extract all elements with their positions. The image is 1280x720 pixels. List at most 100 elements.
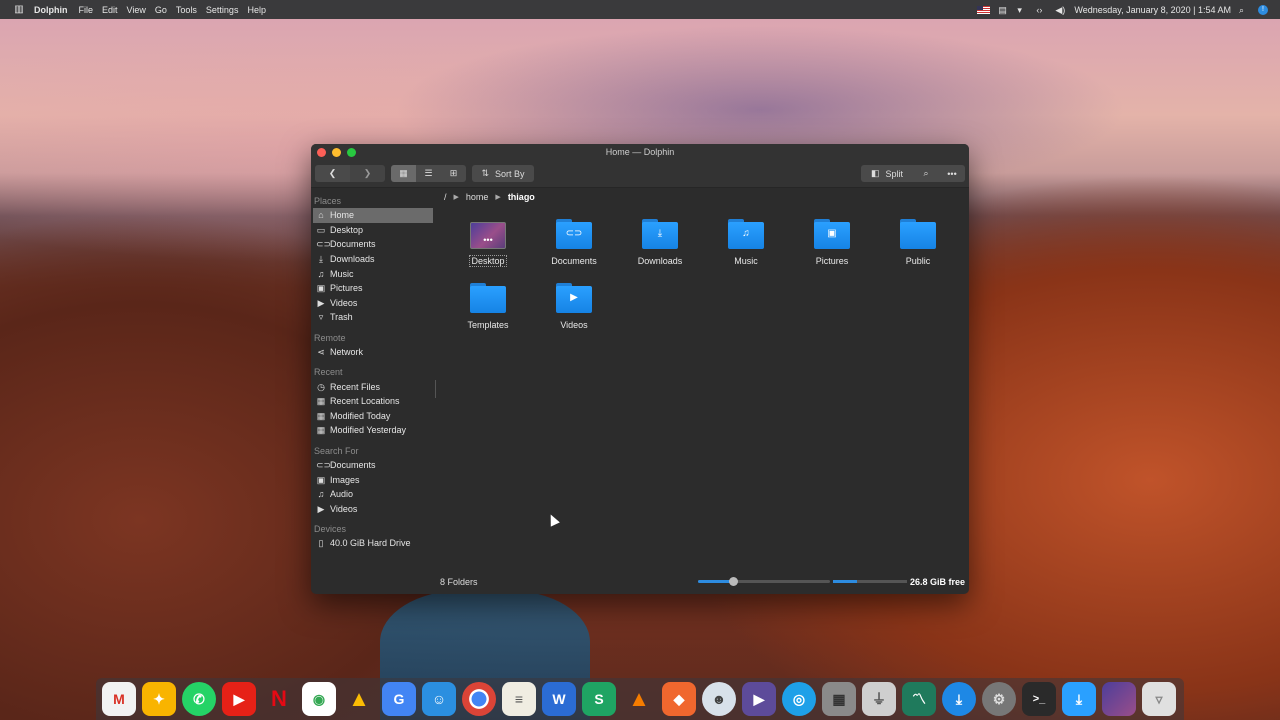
sheets-icon[interactable]: S — [582, 682, 616, 716]
volume-icon[interactable]: ◀) — [1055, 5, 1066, 15]
navigation-buttons: ❮ ❯ — [315, 165, 385, 182]
clock[interactable]: Wednesday, January 8, 2020 | 1:54 AM — [1074, 5, 1231, 15]
sidebar-item-downloads[interactable]: ⤓ Downloads — [311, 252, 435, 267]
sidebar-item-home[interactable]: ⌂ Home — [313, 208, 433, 223]
sidebar-item-videos[interactable]: ▶ Videos — [311, 296, 435, 311]
calculator-icon[interactable]: ▦ — [822, 682, 856, 716]
wifi-icon[interactable]: ▾ — [1017, 5, 1028, 15]
sidebar-item-hard-drive[interactable]: ▯ 40.0 GiB Hard Drive — [311, 536, 435, 551]
folder-item-documents[interactable]: ⊂⊃ Documents — [534, 218, 614, 266]
zoom-slider[interactable] — [698, 577, 830, 586]
maps-icon[interactable]: ◉ — [302, 682, 336, 716]
word-icon[interactable]: W — [542, 682, 576, 716]
minimize-window-button[interactable] — [332, 148, 341, 157]
folder-item-templates[interactable]: Templates — [448, 282, 528, 330]
chrome-icon[interactable] — [462, 682, 496, 716]
breadcrumb-home[interactable]: home — [466, 192, 489, 202]
calendar-icon: ▦ — [316, 410, 326, 421]
vlc-icon[interactable]: ▲ — [622, 682, 656, 716]
maximize-window-button[interactable] — [347, 148, 356, 157]
sidebar-item-documents[interactable]: ⊂⊃ Documents — [311, 237, 435, 252]
sidebar-item-search-videos[interactable]: ▶ Videos — [311, 502, 435, 517]
sidebar-item-pictures[interactable]: ▣ Pictures — [311, 281, 435, 296]
sidebar-item-search-audio[interactable]: ♫ Audio — [311, 487, 435, 502]
whatsapp-icon[interactable]: ✆ — [182, 682, 216, 716]
system-monitor-icon[interactable]: 〽 — [902, 682, 936, 716]
close-window-button[interactable] — [317, 148, 326, 157]
browser-icon[interactable]: ◎ — [782, 682, 816, 716]
folder-item-music[interactable]: ♫ Music — [706, 218, 786, 266]
window-titlebar[interactable]: Home — Dolphin — [311, 144, 969, 160]
terminal-icon[interactable]: >_ — [1022, 682, 1056, 716]
sidebar-item-search-images[interactable]: ▣ Images — [311, 472, 435, 487]
folder-label: Public — [905, 256, 931, 266]
status-bar: 8 Folders 26.8 GiB free — [436, 572, 969, 592]
disk-usage-fill — [833, 580, 858, 583]
settings-gear-icon[interactable]: ⚙ — [982, 682, 1016, 716]
downloader-icon[interactable]: ⤓ — [942, 682, 976, 716]
ghost-icon[interactable]: ☻ — [702, 682, 736, 716]
details-view-button[interactable]: ☰ — [416, 165, 441, 182]
menu-go[interactable]: Go — [155, 5, 167, 15]
zoom-slider-handle[interactable] — [729, 577, 739, 586]
sidebar-item-trash[interactable]: ▿ Trash — [311, 310, 435, 325]
flag-icon[interactable] — [977, 5, 991, 14]
folder-item-pictures[interactable]: ▣ Pictures — [792, 218, 872, 266]
sidebar-item-modified-yesterday[interactable]: ▦ Modified Yesterday — [311, 423, 435, 438]
active-app-name[interactable]: Dolphin — [34, 5, 68, 15]
breadcrumb-root[interactable]: / — [444, 192, 447, 202]
keep-icon[interactable]: ✦ — [142, 682, 176, 716]
sidebar-item-modified-today[interactable]: ▦ Modified Today — [311, 409, 435, 424]
tree-view-button[interactable]: ⊞ — [441, 165, 466, 182]
app-menu-icon[interactable]: ▥ — [12, 4, 26, 15]
menu-view[interactable]: View — [127, 5, 146, 15]
desktop-icon: ▭ — [316, 224, 326, 235]
more-options-button[interactable]: ••• — [939, 165, 965, 182]
sidebar-item-network[interactable]: ⋖ Network — [311, 345, 435, 360]
breadcrumb-current[interactable]: thiago — [508, 192, 535, 202]
recent-section-title: Recent — [314, 367, 343, 378]
gmail-icon[interactable]: M — [102, 682, 136, 716]
folder-item-downloads[interactable]: ⤓ Downloads — [620, 218, 700, 266]
kdenlive-icon[interactable]: ▶ — [742, 682, 776, 716]
icons-view-button[interactable]: ▦ — [391, 165, 416, 182]
folder-item-videos[interactable]: ▶ Videos — [534, 282, 614, 330]
translate-icon[interactable]: G — [382, 682, 416, 716]
netflix-icon[interactable]: N — [262, 682, 296, 716]
folder-item-desktop[interactable]: ••• Desktop — [448, 218, 528, 267]
usb-drive-icon[interactable]: ⏚ — [862, 682, 896, 716]
sidebar-item-recent-locations[interactable]: ▦ Recent Locations — [311, 394, 435, 409]
menu-edit[interactable]: Edit — [102, 5, 118, 15]
sidebar-item-search-documents[interactable]: ⊂⊃ Documents — [311, 458, 435, 473]
search-icon[interactable]: ⌕ — [1239, 5, 1250, 15]
sidebar-item-desktop[interactable]: ▭ Desktop — [311, 223, 435, 238]
finder-icon[interactable]: ☺ — [422, 682, 456, 716]
gitkraken-icon[interactable]: ◆ — [662, 682, 696, 716]
downloads-folder-icon[interactable]: ⤓ — [1062, 682, 1096, 716]
drive-icon[interactable]: ▲ — [342, 682, 376, 716]
notification-icon[interactable]: ! — [1258, 4, 1268, 15]
folder-item-public[interactable]: Public — [878, 218, 958, 266]
back-button[interactable]: ❮ — [315, 165, 350, 182]
sort-by-button[interactable]: ⇅ Sort By — [472, 165, 534, 182]
notes-icon[interactable]: ≡ — [502, 682, 536, 716]
menu-tools[interactable]: Tools — [176, 5, 197, 15]
split-button[interactable]: ◧ Split — [861, 165, 913, 182]
menu-file[interactable]: File — [79, 5, 94, 15]
sidebar-item-recent-files[interactable]: ◷ Recent Files — [311, 379, 435, 394]
folder-label: Videos — [560, 320, 588, 330]
desktop-folder-icon[interactable] — [1102, 682, 1136, 716]
main-view[interactable]: / ▶ home ▶ thiago ••• Desktop ⊂⊃ Documen… — [436, 188, 969, 594]
menu-help[interactable]: Help — [247, 5, 266, 15]
search-button[interactable]: ⌕ — [913, 165, 939, 182]
menu-settings[interactable]: Settings — [206, 5, 239, 15]
youtube-icon[interactable]: ▶ — [222, 682, 256, 716]
music-icon: ♫ — [317, 268, 325, 279]
sidebar-item-music[interactable]: ♫ Music — [311, 266, 435, 281]
breadcrumb: / ▶ home ▶ thiago — [436, 188, 969, 206]
sidebar-item-label: Videos — [330, 297, 358, 308]
clipboard-icon[interactable]: ▤ — [998, 5, 1009, 15]
code-icon[interactable]: ‹› — [1036, 5, 1047, 15]
trash-icon[interactable]: ▿ — [1142, 682, 1176, 716]
forward-button[interactable]: ❯ — [350, 165, 385, 182]
